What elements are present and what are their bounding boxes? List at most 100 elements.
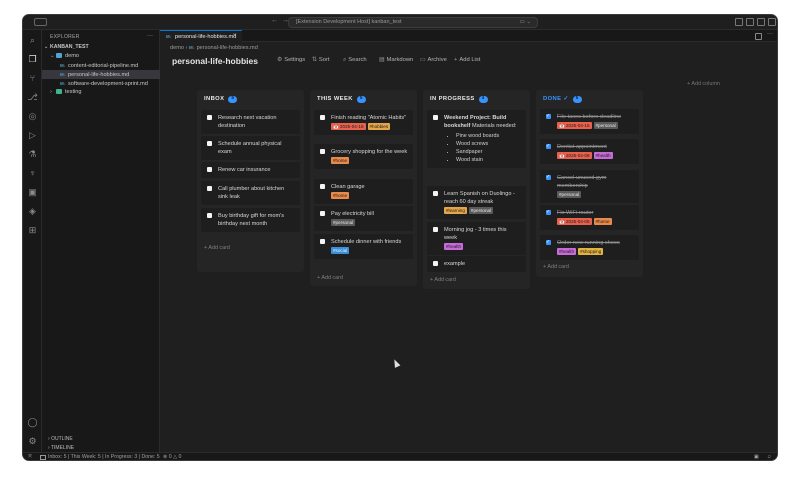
settings-button[interactable]: ⚙ Settings	[277, 57, 305, 63]
checkbox[interactable]	[433, 261, 438, 266]
card[interactable]: Grocery shopping for the week #home	[314, 144, 413, 169]
sort-button[interactable]: ⇅ Sort	[312, 57, 330, 63]
window-menu-icon[interactable]	[34, 18, 47, 26]
card[interactable]: Dentist appointment📅 2025-04-08#health	[540, 139, 639, 164]
card[interactable]: Renew car insurance	[201, 162, 300, 178]
tag-shopping[interactable]: #shopping	[578, 248, 604, 255]
checkbox[interactable]	[207, 167, 212, 172]
tag-health[interactable]: #health	[444, 243, 464, 250]
customize-layout-icon[interactable]	[768, 18, 776, 26]
github-icon[interactable]: ◎	[27, 111, 38, 122]
checkbox[interactable]	[207, 141, 212, 146]
tab-personal-life-hobbies[interactable]: M↓ personal-life-hobbies.md ✕	[160, 30, 242, 42]
problems-indicator[interactable]: ⊗ 0 △ 0	[163, 453, 181, 460]
breadcrumb-folder[interactable]: demo	[170, 45, 184, 51]
tag-personal[interactable]: #personal	[593, 122, 618, 129]
remote-explorer-icon[interactable]: ▣	[27, 187, 38, 198]
testing-icon[interactable]: ⚗	[27, 149, 38, 160]
card[interactable]: Learn Spanish on Duolingo - reach 60 day…	[427, 186, 526, 219]
column-header[interactable]: IN PROGRESS 4	[430, 96, 488, 103]
add-card-button[interactable]: + Add card	[317, 275, 343, 281]
tag-home[interactable]: #home	[331, 157, 350, 164]
notifications-icon[interactable]: ♫	[767, 453, 771, 460]
checkbox[interactable]	[433, 115, 438, 120]
toggle-sidebar-icon[interactable]	[746, 18, 754, 26]
tree-folder-demo[interactable]: ⌄ demo	[42, 52, 160, 61]
card[interactable]: Call plumber about kitchen sink leak	[201, 181, 300, 205]
git-graph-icon[interactable]: ⎇	[27, 92, 38, 103]
card[interactable]: Buy birthday gift for mom's birthday nex…	[201, 208, 300, 232]
column-header[interactable]: INBOX 5	[204, 96, 238, 103]
containers-icon[interactable]: ◈	[27, 206, 38, 217]
source-control-icon[interactable]: ⑂	[27, 73, 38, 84]
column-header[interactable]: DONE ✓ 5	[543, 96, 582, 103]
card[interactable]: Fix WiFi router📅 2025-04-05#home	[540, 205, 639, 230]
breadcrumb-file[interactable]: personal-life-hobbies.md	[197, 45, 258, 51]
more-actions-icon[interactable]: ···	[767, 31, 774, 38]
markdown-button[interactable]: ▤ Markdown	[379, 57, 413, 63]
checkbox[interactable]	[207, 213, 212, 218]
card[interactable]: Schedule dinner with friends #social	[314, 234, 413, 259]
card[interactable]: File taxes before deadline📅 2025-04-15#p…	[540, 109, 639, 134]
checkbox[interactable]	[207, 115, 212, 120]
checkbox-checked[interactable]	[546, 208, 551, 216]
toggle-panel-icon[interactable]	[735, 18, 743, 26]
checkbox[interactable]	[207, 186, 212, 191]
card[interactable]: Order new running shoes#health#shopping	[540, 235, 639, 260]
tag-personal[interactable]: #personal	[331, 219, 356, 226]
tag-health[interactable]: #health	[557, 248, 577, 255]
accounts-icon[interactable]: ◯	[27, 417, 38, 428]
checkbox[interactable]	[320, 184, 325, 189]
more-actions-icon[interactable]: ···	[147, 33, 153, 39]
tag-hobbies[interactable]: #hobbies	[367, 123, 391, 130]
tag-personal[interactable]: #personal	[557, 191, 582, 198]
tag-personal[interactable]: #personal	[468, 207, 494, 214]
add-card-button[interactable]: + Add card	[430, 277, 456, 283]
command-center[interactable]: [Extension Development Host] kanban_test…	[288, 17, 538, 28]
toggle-secondary-sidebar-icon[interactable]	[757, 18, 765, 26]
card[interactable]: Clean garage #home	[314, 179, 413, 204]
archive-button[interactable]: ▭ Archive	[420, 57, 447, 63]
card[interactable]: Cancel unused gym membership#personal	[540, 170, 639, 203]
close-icon[interactable]: ✕	[232, 31, 237, 42]
checkbox[interactable]	[320, 239, 325, 244]
add-column-button[interactable]: + Add column	[687, 81, 720, 87]
card[interactable]: example	[427, 256, 526, 272]
checkbox[interactable]	[320, 115, 325, 120]
checkbox-checked[interactable]	[546, 112, 551, 120]
checkbox[interactable]	[433, 227, 438, 232]
tree-file-selected[interactable]: M↓ personal-life-hobbies.md	[42, 70, 160, 79]
checkbox-checked[interactable]	[546, 238, 551, 246]
tag-social[interactable]: #social	[331, 247, 350, 254]
copilot-icon[interactable]: ▭ ⌄	[520, 18, 531, 27]
tree-folder-testing[interactable]: › testing	[42, 88, 160, 97]
tag-home[interactable]: #home	[331, 192, 350, 199]
copilot-status-icon[interactable]: ▣	[754, 453, 759, 460]
checkbox-checked[interactable]	[546, 173, 551, 181]
add-card-button[interactable]: + Add card	[543, 264, 569, 270]
extensions-icon[interactable]: ⊞	[27, 225, 38, 236]
card[interactable]: Weekend Project: Build bookshelf Materia…	[427, 110, 526, 168]
tree-file[interactable]: M↓ software-development-sprint.md	[42, 79, 160, 88]
card[interactable]: Morning jog - 3 times this week #health	[427, 222, 526, 255]
card[interactable]: Pay electricity bill #personal	[314, 206, 413, 231]
card[interactable]: Research next vacation destination	[201, 110, 300, 134]
card[interactable]: Finish reading "Atomic Habits" 📅 2025-04-…	[314, 110, 413, 135]
explorer-icon[interactable]: ❐	[27, 54, 38, 65]
checkbox[interactable]	[320, 149, 325, 154]
tag-health[interactable]: #health	[593, 152, 613, 159]
outline-section[interactable]: › OUTLINE	[42, 435, 160, 444]
checkbox[interactable]	[433, 191, 438, 196]
add-list-button[interactable]: + Add List	[454, 57, 480, 63]
python-icon[interactable]: ♆	[27, 168, 38, 179]
open-preview-icon[interactable]	[755, 33, 762, 40]
add-card-button[interactable]: + Add card	[204, 245, 230, 251]
checkbox[interactable]	[320, 211, 325, 216]
remote-icon[interactable]: ⤧	[28, 453, 32, 460]
column-header[interactable]: THIS WEEK 5	[317, 96, 366, 103]
checkbox-checked[interactable]	[546, 142, 551, 150]
board-summary[interactable]: Inbox: 5 | This Week: 5 | In Progress: 3…	[48, 453, 160, 460]
workspace-root[interactable]: ⌄ KANBAN_TEST	[42, 43, 160, 52]
tag-home[interactable]: #home	[593, 218, 612, 225]
search-button[interactable]: ⌕ Search	[343, 57, 367, 64]
